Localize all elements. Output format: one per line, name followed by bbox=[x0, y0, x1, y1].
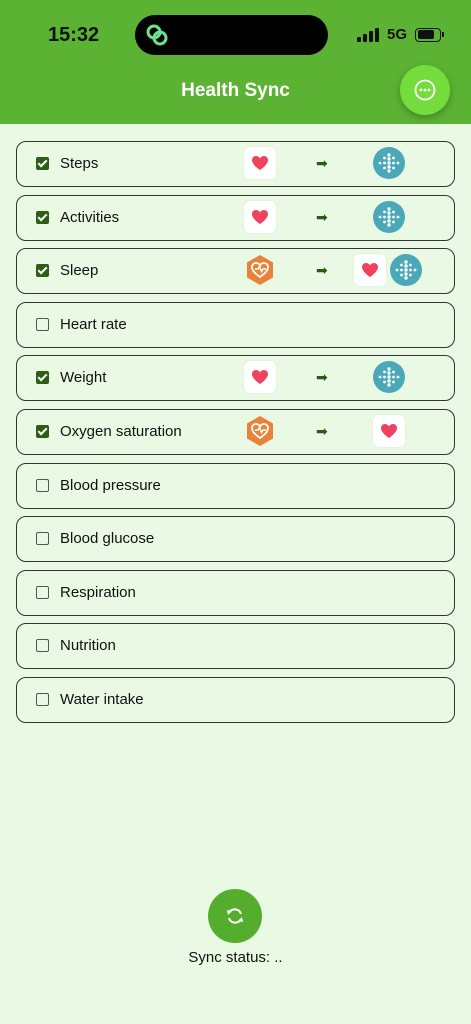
sync-status-text: Sync status: .. bbox=[188, 949, 283, 966]
target-apps bbox=[373, 361, 405, 394]
source-app bbox=[244, 147, 276, 179]
row-label: Respiration bbox=[60, 583, 136, 601]
row-label: Steps bbox=[60, 155, 99, 172]
apple-health-icon bbox=[244, 361, 276, 394]
data-type-row[interactable]: Activities ➡ bbox=[16, 194, 455, 241]
status-time: 15:32 bbox=[48, 24, 100, 46]
row-label: Oxygen saturation bbox=[60, 422, 182, 440]
apple-health-icon bbox=[373, 414, 405, 447]
data-type-list: Steps ➡ Activities ➡ Sleep ➡ Heart rate Weight ➡… bbox=[16, 141, 455, 731]
row-label: Blood glucose bbox=[60, 530, 155, 548]
row-label: Heart rate bbox=[60, 315, 127, 333]
link-icon bbox=[146, 24, 168, 46]
target-apps bbox=[354, 254, 422, 287]
row-label: Nutrition bbox=[60, 637, 116, 655]
huawei-health-icon bbox=[244, 254, 276, 286]
apple-health-icon bbox=[244, 200, 276, 233]
fitbit-icon bbox=[390, 254, 422, 287]
battery-icon bbox=[415, 27, 444, 42]
row-checkbox[interactable] bbox=[36, 585, 49, 599]
apple-health-icon bbox=[354, 254, 386, 287]
data-type-row[interactable]: Sleep ➡ bbox=[16, 248, 455, 295]
row-label: Activities bbox=[60, 208, 120, 226]
arrow-right-icon: ➡ bbox=[316, 369, 328, 386]
fitbit-icon bbox=[373, 147, 405, 179]
refresh-icon bbox=[227, 908, 243, 924]
dynamic-island bbox=[135, 15, 328, 55]
row-checkbox[interactable] bbox=[36, 532, 49, 546]
row-checkbox[interactable] bbox=[36, 692, 49, 706]
row-label: Water intake bbox=[60, 690, 144, 708]
arrow-right-icon: ➡ bbox=[316, 155, 328, 171]
data-type-row[interactable]: Blood pressure bbox=[16, 462, 455, 509]
row-checkbox[interactable] bbox=[36, 424, 49, 438]
row-label: Blood pressure bbox=[60, 476, 161, 494]
data-type-row[interactable]: Blood glucose bbox=[16, 516, 455, 563]
source-app bbox=[244, 200, 276, 233]
huawei-health-icon bbox=[244, 415, 276, 447]
arrow-right-icon: ➡ bbox=[316, 422, 328, 439]
row-label: Sleep bbox=[60, 262, 99, 280]
row-checkbox[interactable] bbox=[36, 371, 49, 385]
more-options-button[interactable] bbox=[400, 65, 450, 115]
status-indicators: 5G bbox=[356, 26, 444, 43]
row-checkbox[interactable] bbox=[36, 157, 49, 170]
data-type-row[interactable]: Nutrition bbox=[16, 623, 455, 670]
fitbit-icon bbox=[373, 200, 405, 233]
more-icon bbox=[414, 79, 436, 101]
target-apps bbox=[373, 414, 405, 447]
fitbit-icon bbox=[373, 361, 405, 394]
app-header: 15:32 5G Health Sync bbox=[0, 0, 471, 124]
data-type-row[interactable]: Respiration bbox=[16, 569, 455, 616]
row-checkbox[interactable] bbox=[36, 478, 49, 492]
target-apps bbox=[373, 200, 405, 233]
row-checkbox[interactable] bbox=[36, 317, 49, 331]
target-apps bbox=[373, 147, 405, 179]
sync-button[interactable] bbox=[208, 889, 262, 943]
source-app bbox=[244, 361, 276, 394]
signal-icon bbox=[356, 27, 379, 42]
arrow-right-icon: ➡ bbox=[316, 262, 328, 279]
data-type-row[interactable]: Water intake bbox=[16, 676, 455, 723]
data-type-row[interactable]: Heart rate bbox=[16, 301, 455, 348]
source-app bbox=[244, 254, 276, 286]
apple-health-icon bbox=[244, 147, 276, 179]
data-type-row[interactable]: Oxygen saturation ➡ bbox=[16, 408, 455, 455]
row-checkbox[interactable] bbox=[36, 210, 49, 224]
data-type-row[interactable]: Weight ➡ bbox=[16, 355, 455, 402]
row-checkbox[interactable] bbox=[36, 639, 49, 653]
data-type-row[interactable]: Steps ➡ bbox=[16, 141, 455, 187]
network-label: 5G bbox=[386, 26, 407, 43]
row-label: Weight bbox=[60, 369, 107, 387]
source-app bbox=[244, 415, 276, 447]
arrow-right-icon: ➡ bbox=[316, 208, 328, 225]
row-checkbox[interactable] bbox=[36, 264, 49, 278]
